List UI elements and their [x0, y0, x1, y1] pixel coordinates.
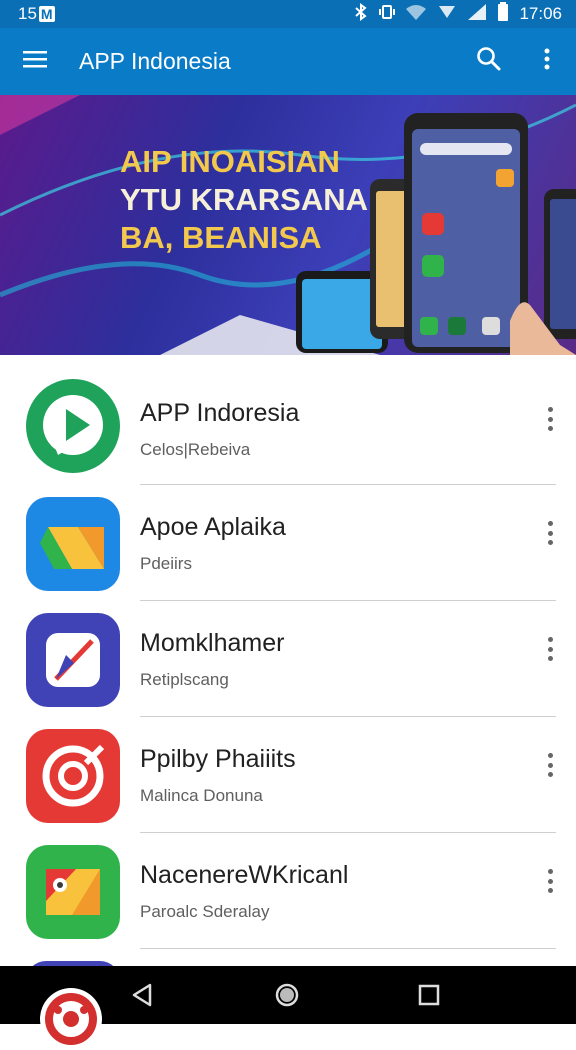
menu-button[interactable]: [0, 28, 70, 95]
app-subtitle: Malinca Donuna: [140, 786, 263, 805]
more-vert-icon[interactable]: [542, 521, 558, 545]
app-subtitle: Paroalc Sderalay: [140, 902, 270, 921]
recents-icon: [414, 984, 444, 1014]
app-subtitle: Celos|Rebeiva: [140, 440, 251, 459]
data-icon: [437, 3, 457, 26]
app-name: Ppilby Phaiiits: [140, 745, 296, 773]
battery-icon: [497, 1, 509, 27]
more-vert-icon[interactable]: [542, 869, 558, 893]
recents-button[interactable]: [414, 980, 444, 1010]
back-button[interactable]: [128, 980, 158, 1010]
app-icon-compass: [26, 613, 120, 707]
app-icon-maps: [26, 845, 120, 939]
vibrate-icon: [379, 3, 396, 26]
app-icon-target: [26, 729, 120, 823]
app-name: Momklhamer: [140, 629, 285, 657]
banner-headline: AIP INOAISIAN YTU KRARSANA BA, BEANISA: [120, 143, 368, 257]
list-item[interactable]: Momklhamer Retiplscang: [0, 601, 576, 717]
status-time: 17:06: [519, 4, 562, 23]
app-subtitle: Pdeiirs: [140, 554, 192, 573]
search-button[interactable]: [460, 28, 518, 95]
status-icons: 17:06: [353, 1, 562, 27]
status-left: 15 M: [18, 4, 55, 24]
list-item[interactable]: Ppilby Phaiiits Malinca Donuna: [0, 717, 576, 833]
list-item[interactable]: Apoe Aplaika Pdeiirs: [0, 485, 576, 601]
app-info: APP Indoresia Celos|Rebeiva: [140, 399, 299, 460]
app-subtitle: Retiplscang: [140, 670, 229, 689]
status-bar: 15 M 17:06: [0, 0, 576, 28]
list-item[interactable]: APP Indoresia Celos|Rebeiva: [0, 355, 576, 485]
app-list: APP Indoresia Celos|Rebeiva Apoe Aplaika…: [0, 355, 576, 981]
page-title: APP Indonesia: [79, 48, 231, 74]
search-icon: [476, 46, 502, 77]
app-name: APP Indoresia: [140, 399, 300, 427]
banner-line-2: YTU KRARSANA: [120, 182, 368, 217]
more-vert-icon[interactable]: [542, 637, 558, 661]
list-item[interactable]: NacenereWKricanl Paroalc Sderalay: [0, 833, 576, 949]
status-left-text: 15: [18, 4, 37, 23]
signal-icon: [467, 3, 487, 26]
more-vert-icon[interactable]: [542, 407, 558, 431]
app-info: Momklhamer Retiplscang: [140, 629, 284, 690]
app-name: NacenereWKricanl: [140, 861, 349, 889]
more-vert-icon[interactable]: [542, 753, 558, 777]
app-icon-play: [26, 379, 120, 473]
overflow-menu-button[interactable]: [518, 28, 576, 95]
navigation-bar: [0, 966, 576, 1050]
app-icon-drive: [26, 497, 120, 591]
floating-app-icon[interactable]: [40, 988, 102, 1050]
notification-badge: M: [38, 6, 55, 22]
promo-banner[interactable]: AIP INOAISIAN YTU KRARSANA BA, BEANISA: [0, 95, 576, 355]
app-bar: APP Indonesia: [0, 28, 576, 95]
menu-icon: [23, 50, 47, 73]
bluetooth-icon: [353, 2, 369, 26]
home-button[interactable]: [272, 980, 302, 1010]
wifi-icon: [405, 3, 427, 26]
banner-line-1: AIP INOAISIAN: [120, 144, 340, 179]
banner-line-3: BA, BEANISA: [120, 220, 322, 255]
back-icon: [128, 983, 158, 1014]
more-vert-icon: [544, 48, 550, 75]
app-info: Ppilby Phaiiits Malinca Donuna: [140, 745, 296, 806]
app-name: Apoe Aplaika: [140, 513, 286, 541]
app-info: NacenereWKricanl Paroalc Sderalay: [140, 861, 348, 922]
home-icon: [272, 983, 302, 1014]
app-info: Apoe Aplaika Pdeiirs: [140, 513, 286, 574]
